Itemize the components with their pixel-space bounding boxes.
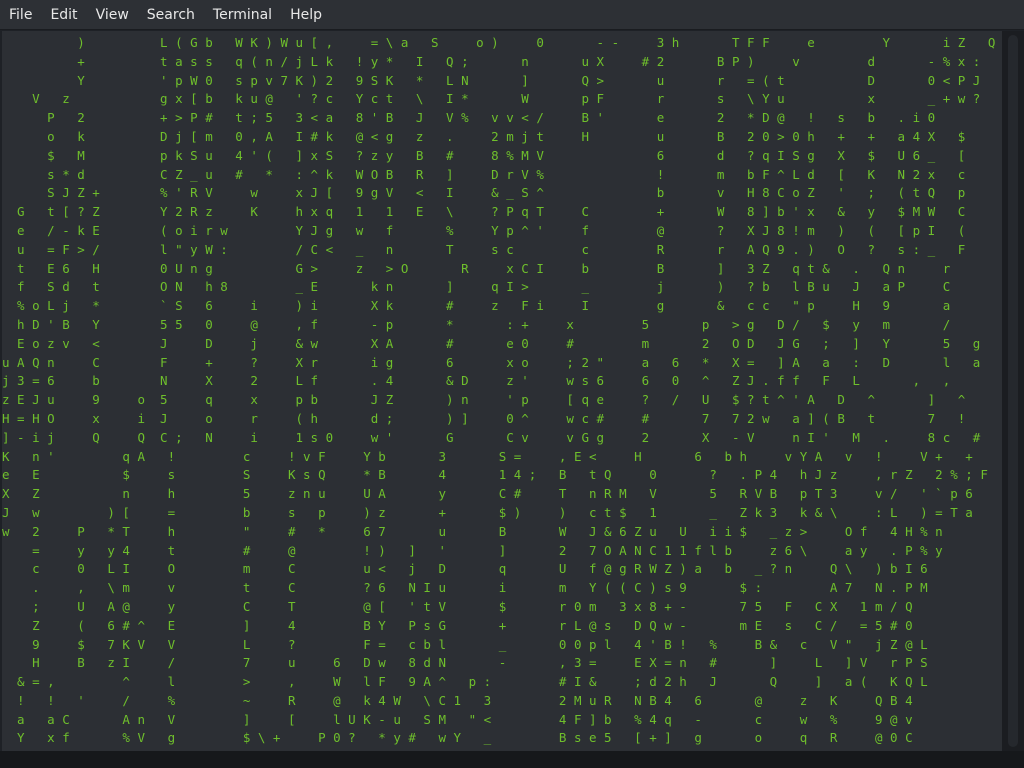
terminal-line: X Z n h 5 z n u U A y C # T n R M V 5 R … bbox=[2, 486, 973, 502]
menu-bar: File Edit View Search Terminal Help bbox=[0, 0, 1024, 30]
menu-terminal[interactable]: Terminal bbox=[204, 0, 281, 30]
terminal-line: ] - i j Q Q C ; N i 1 s 0 w ' G C v v G … bbox=[2, 429, 981, 445]
terminal-line: H B z I / 7 u 6 D w 8 d N - , 3 = E X = … bbox=[2, 655, 928, 671]
terminal-scrollbar[interactable] bbox=[1002, 31, 1024, 751]
terminal-line: e / - k E ( o i r w Y J g w f % Y p ^ ' … bbox=[2, 222, 966, 238]
menu-view[interactable]: View bbox=[87, 0, 138, 30]
terminal-line: S J Z + % ' R V w x J [ 9 g V < I & _ S … bbox=[2, 185, 966, 201]
terminal-line: ; U A @ y C T @ [ ' t V $ r 0 m 3 x 8 + … bbox=[2, 598, 913, 614]
menu-search[interactable]: Search bbox=[138, 0, 204, 30]
terminal-line: s * d C Z _ u # * : ^ k W O B R ] D r V … bbox=[2, 166, 966, 182]
terminal-line: j 3 = 6 b N X 2 L f . 4 & D z ' w s 6 6 … bbox=[2, 373, 951, 389]
terminal-line: + t a s s q ( n / j L k ! y * I Q ; n u … bbox=[2, 53, 981, 69]
terminal-line: e E $ s S K s Q * B 4 1 4 ; B t Q 0 ? . … bbox=[2, 467, 988, 483]
terminal-line: H = H O x i J o r ( h d ; ) ] 0 ^ w c # … bbox=[2, 410, 966, 426]
terminal-line: = y y 4 t # @ ! ) ] ' ] 2 7 O A N C 1 1 … bbox=[2, 542, 943, 558]
terminal-line: a a C A n V ] [ l U K - u S M " < 4 F ] … bbox=[2, 711, 913, 727]
menu-help[interactable]: Help bbox=[281, 0, 331, 30]
terminal-line: & = , ^ l > , W l F 9 A ^ p : # I & ; d … bbox=[2, 674, 928, 690]
terminal-line: V z g x [ b k u @ ' ? c Y c t \ I * W p … bbox=[2, 91, 981, 107]
terminal-line: G t [ ? Z Y 2 R z K h x q 1 1 E \ ? P q … bbox=[2, 204, 966, 220]
bottom-strip bbox=[0, 751, 1024, 768]
terminal-line: o k D j [ m 0 , A I # k @ < g z . 2 m j … bbox=[2, 128, 966, 144]
terminal-line: w 2 P * T h " # * 6 7 u B W J & 6 Z u U … bbox=[2, 523, 943, 539]
menu-file[interactable]: File bbox=[0, 0, 41, 30]
terminal-line: Y x f % V g $ \ + P 0 ? * y # w Y _ B s … bbox=[2, 730, 913, 746]
terminal-line: u A Q n C F + ? X r i g 6 x o ; 2 " a 6 … bbox=[2, 354, 981, 370]
terminal-line: ) L ( G b W K ) W u [ , = \ a S o ) 0 - … bbox=[2, 35, 996, 50]
terminal-line: u = F > / l " y W : / C < _ n T s c c R … bbox=[2, 241, 966, 257]
terminal-line: $ M p k S u 4 ' ( ] x S ? z y B # 8 % M … bbox=[2, 147, 966, 163]
matrix-text-area: ) L ( G b W K ) W u [ , = \ a S o ) 0 - … bbox=[2, 34, 995, 751]
terminal-line: f S d t O N h 8 _ E k n ] q I > _ j ) ? … bbox=[2, 279, 951, 295]
terminal-line: P 2 + > P # t ; 5 3 < a 8 ' B J V % v v … bbox=[2, 110, 936, 126]
terminal-line: % o L j * ` S 6 i ) i X k # z F i I g & … bbox=[2, 298, 951, 314]
menu-edit[interactable]: Edit bbox=[41, 0, 86, 30]
terminal-line: ! ! ' / % ~ R @ k 4 W \ C 1 3 2 M u R N … bbox=[2, 692, 913, 708]
terminal-line: 9 $ 7 K V V L ? F = c b l _ 0 0 p l 4 ' … bbox=[2, 636, 928, 652]
terminal-line: t E 6 H 0 U n g G > z > O R x C I b B ] … bbox=[2, 260, 951, 276]
terminal-line: . , \ m v t C ? 6 N I u i m Y ( ( C ) s … bbox=[2, 580, 928, 596]
terminal-line: Y ' p W 0 s p v 7 K ) 2 9 S K * L N ] Q … bbox=[2, 72, 981, 88]
terminal-line: J w ) [ = b s p ) z + $ ) ) c t $ 1 _ Z … bbox=[2, 504, 973, 520]
terminal-output[interactable]: ) L ( G b W K ) W u [ , = \ a S o ) 0 - … bbox=[2, 31, 1002, 751]
terminal-line: h D ' B Y 5 5 0 @ , f - p * : + x 5 p > … bbox=[2, 316, 951, 332]
terminal-line: c 0 L I O m C u < j D q U f @ g R W Z ) … bbox=[2, 561, 928, 577]
terminal-line: E o z v < J D j & w X A # e 0 # m 2 O D … bbox=[2, 335, 981, 351]
terminal-line: z E J u 9 o 5 q x p b J Z ) n ' p [ q e … bbox=[2, 392, 966, 408]
terminal-line: K n ' q A ! c ! v F Y b 3 S = , E < H 6 … bbox=[2, 448, 973, 464]
scrollbar-thumb[interactable] bbox=[1008, 35, 1018, 747]
terminal-line: Z ( 6 # ^ E ] 4 B Y P s G + r L @ s D Q … bbox=[2, 617, 913, 633]
